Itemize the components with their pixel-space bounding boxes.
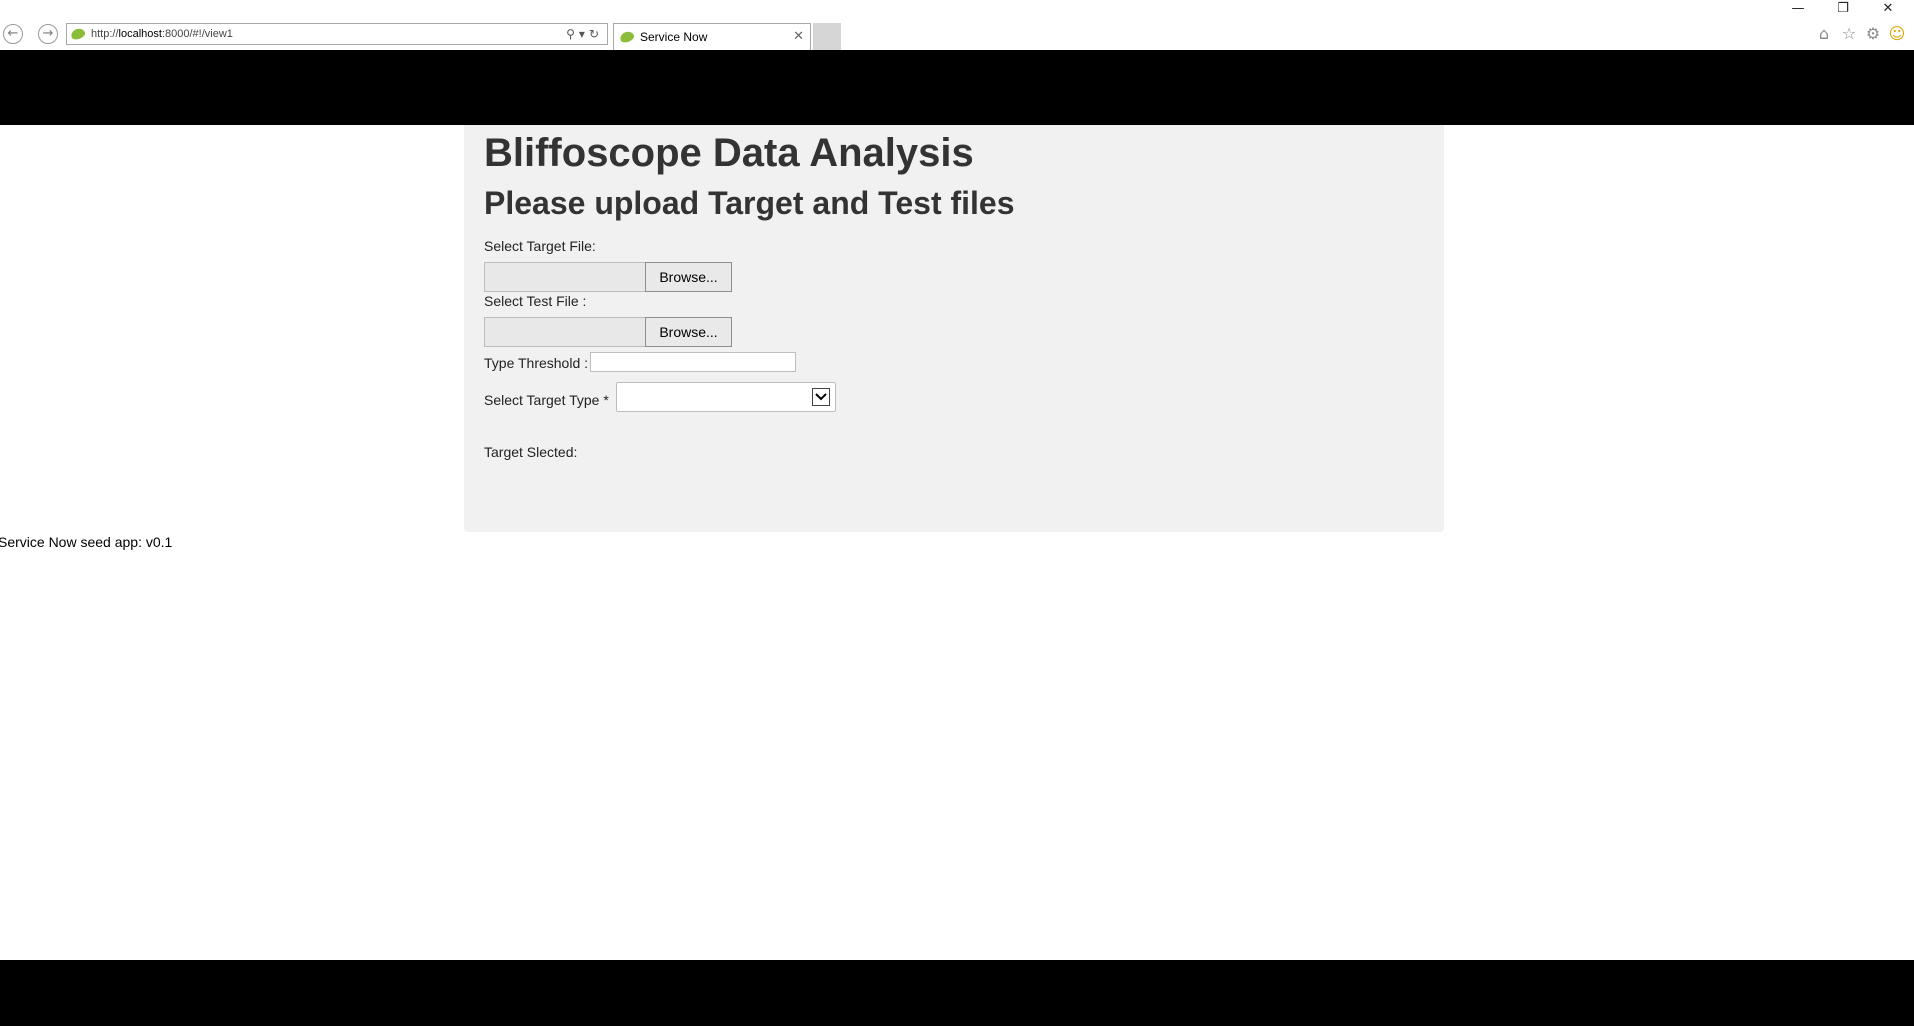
target-type-select[interactable] — [616, 382, 836, 412]
footer-bar — [0, 960, 1914, 1026]
header-bar — [0, 50, 1914, 125]
restore-icon[interactable]: ❐ — [1823, 0, 1863, 18]
tab-title: Service Now — [640, 30, 708, 44]
test-file-input[interactable] — [484, 317, 646, 347]
settings-gear-icon[interactable]: ⚙ — [1863, 24, 1883, 44]
target-file-browse-button[interactable]: Browse... — [645, 262, 732, 292]
target-file-input[interactable] — [484, 262, 646, 292]
tab-favicon-icon — [618, 29, 636, 45]
threshold-label: Type Threshold : — [484, 355, 589, 371]
refresh-icon[interactable]: ↻ — [589, 27, 603, 41]
target-file-label: Select Target File: — [484, 238, 596, 254]
threshold-input[interactable] — [590, 352, 796, 372]
address-tools: ⚲▾↻ — [566, 24, 603, 44]
page-subtitle: Please upload Target and Test files — [484, 185, 1015, 221]
upload-panel: Bliffoscope Data Analysis Please upload … — [464, 125, 1444, 532]
home-icon[interactable]: ⌂ — [1814, 24, 1834, 44]
feedback-smiley-icon[interactable]: ☺ — [1887, 24, 1907, 44]
footer-version: Service Now seed app: v0.1 — [0, 534, 173, 550]
test-file-browse-button[interactable]: Browse... — [645, 317, 732, 347]
browser-tab[interactable]: Service Now ✕ — [613, 23, 811, 50]
search-icon[interactable]: ⚲ — [566, 27, 579, 41]
forward-arrow-icon[interactable]: → — [38, 24, 58, 44]
site-favicon-icon — [69, 26, 87, 42]
minimize-icon[interactable]: — — [1778, 0, 1818, 18]
back-arrow-icon[interactable]: ← — [3, 24, 23, 44]
target-selected-label: Target Slected: — [484, 444, 578, 460]
tab-close-icon[interactable]: ✕ — [793, 24, 804, 50]
close-icon[interactable]: ✕ — [1868, 0, 1908, 18]
favorites-star-icon[interactable]: ☆ — [1839, 24, 1859, 44]
test-file-label: Select Test File : — [484, 293, 587, 309]
browser-chrome: ← → http://localhost:8000/#!/view1 ⚲▾↻ S… — [0, 0, 1914, 50]
address-bar[interactable]: http://localhost:8000/#!/view1 ⚲▾↻ — [66, 23, 608, 45]
page-title: Bliffoscope Data Analysis — [484, 131, 974, 175]
new-tab-button[interactable] — [813, 23, 841, 50]
address-url: http://localhost:8000/#!/view1 — [91, 28, 233, 40]
chevron-down-icon[interactable] — [812, 388, 830, 406]
dropdown-icon[interactable]: ▾ — [579, 27, 589, 41]
target-type-label: Select Target Type * — [484, 392, 609, 408]
